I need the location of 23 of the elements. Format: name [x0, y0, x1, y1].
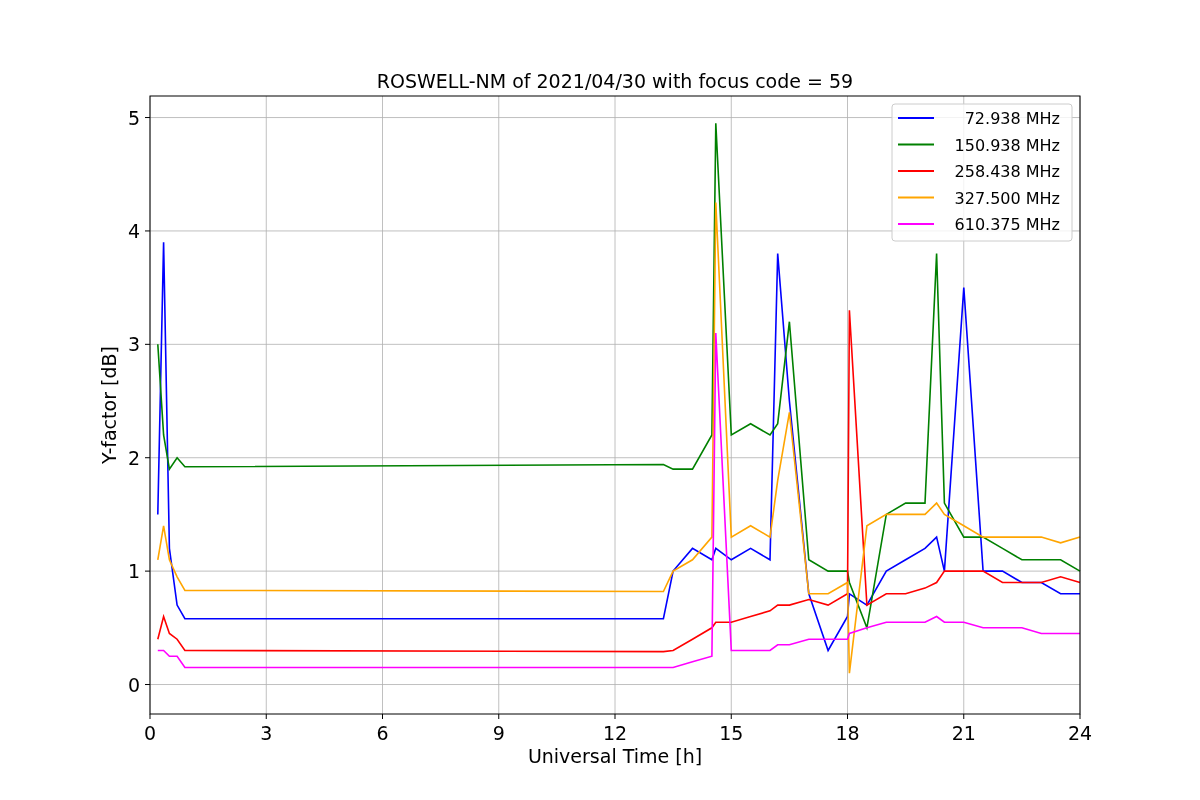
- x-tick-label: 12: [602, 722, 628, 744]
- legend-label: 72.938 MHz: [964, 109, 1060, 128]
- legend-label: 610.375 MHz: [954, 215, 1060, 234]
- x-tick-label: 9: [492, 722, 505, 744]
- y-axis-label: Y-factor [dB]: [98, 346, 120, 464]
- x-tick-label: 15: [719, 722, 744, 744]
- chart-title: ROSWELL-NM of 2021/04/30 with focus code = 59: [376, 70, 854, 92]
- x-tick-label: 6: [376, 722, 389, 744]
- y-tick-label: 5: [127, 106, 140, 129]
- y-tick-label: 1: [127, 560, 140, 583]
- y-tick-label: 3: [127, 333, 140, 356]
- x-tick-label: 3: [260, 722, 273, 744]
- x-tick-label: 18: [835, 722, 860, 744]
- x-axis-label: Universal Time [h]: [527, 745, 703, 767]
- x-tick-label: 21: [951, 722, 976, 744]
- y-tick-label: 0: [127, 673, 140, 696]
- legend-label: 150.938 MHz: [954, 135, 1060, 155]
- legend-label: 258.438 MHz: [954, 162, 1060, 181]
- x-tick-label: 0: [143, 722, 157, 744]
- y-tick-label: 4: [127, 219, 140, 242]
- legend-label: 327.500 MHz: [954, 188, 1060, 208]
- x-tick-label: 24: [1067, 722, 1093, 744]
- y-tick-label: 2: [127, 446, 140, 469]
